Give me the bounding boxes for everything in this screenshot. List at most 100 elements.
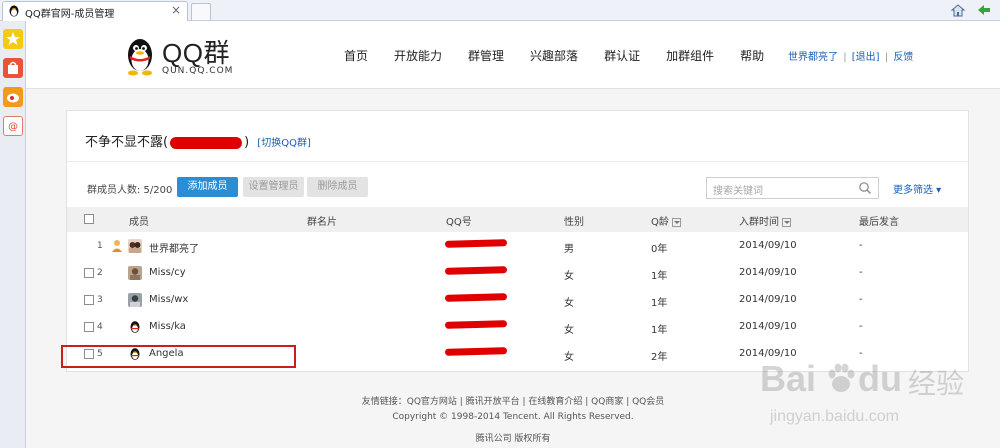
feedback-link[interactable]: 反馈 (893, 52, 913, 63)
tab-close-icon[interactable]: × (171, 3, 181, 17)
member-gender: 女 (564, 271, 574, 282)
back-arrow-icon[interactable] (976, 2, 992, 18)
avatar (128, 293, 142, 307)
search-icon[interactable] (858, 181, 872, 195)
avatar (128, 239, 142, 253)
avatar (128, 266, 142, 280)
more-filter-dropdown[interactable]: 更多筛选 ▾ (893, 181, 941, 196)
baidu-paw-icon (828, 363, 855, 392)
browser-tab-bar: QQ群官网-成员管理 × (0, 0, 1000, 21)
qq-penguin-icon (9, 5, 19, 17)
member-qage: 1年 (651, 271, 668, 282)
member-gender: 女 (564, 325, 574, 336)
weibo-icon[interactable] (3, 87, 23, 107)
set-admin-button[interactable]: 设置管理员 (243, 177, 304, 197)
row-number: 1 (97, 241, 103, 251)
highlight-box (61, 345, 296, 368)
row-number: 2 (97, 268, 103, 278)
member-gender: 女 (564, 298, 574, 309)
search-input[interactable]: 搜索关键词 (713, 182, 763, 197)
member-join-date: 2014/09/10 (739, 240, 797, 251)
row-checkbox[interactable] (84, 268, 94, 278)
logo-text: QQ群 (162, 38, 230, 68)
nav-group-management[interactable]: 群管理 (468, 47, 504, 64)
select-all-checkbox[interactable] (84, 214, 94, 224)
member-qage: 1年 (651, 298, 668, 309)
nav-home[interactable]: 首页 (344, 47, 368, 64)
group-title: 不争不显不露() [切换QQ群] (85, 131, 311, 150)
watermark-brand: Bai (760, 358, 817, 399)
nav-open-capabilities[interactable]: 开放能力 (394, 47, 442, 64)
col-member: 成员 (129, 217, 149, 228)
qq-redacted (444, 320, 508, 329)
nav-help[interactable]: 帮助 (740, 47, 764, 64)
logout-link[interactable]: [退出] (852, 52, 880, 63)
logo-subtext: QUN.QQ.COM (162, 66, 234, 76)
user-name-link[interactable]: 世界都亮了 (788, 52, 838, 63)
col-gender: 性别 (564, 217, 584, 228)
new-tab-button[interactable] (191, 3, 211, 20)
footer-links-list[interactable]: QQ官方网站 | 腾讯开放平台 | 在线教育介绍 | QQ商家 | QQ会员 (407, 397, 665, 407)
nav-join-widget[interactable]: 加群组件 (666, 47, 714, 64)
member-join-date: 2014/09/10 (739, 321, 797, 332)
member-qage: 2年 (651, 352, 668, 363)
row-checkbox[interactable] (84, 295, 94, 305)
member-gender: 男 (564, 244, 574, 255)
member-management-panel: 不争不显不露() [切换QQ群] 群成员人数: 5/200 添加成员 设置管理员… (66, 110, 969, 372)
row-number: 3 (97, 295, 103, 305)
watermark-brand-2: du (858, 358, 902, 399)
col-join-label: 入群时间 (739, 217, 779, 228)
col-join-time[interactable]: 入群时间 (739, 213, 791, 228)
member-name[interactable]: Miss/ka (149, 321, 186, 332)
search-box[interactable]: 搜索关键词 (706, 177, 879, 199)
col-qq: QQ号 (446, 217, 472, 228)
delete-member-button[interactable]: 删除成员 (307, 177, 368, 197)
qq-penguin-avatar-icon (130, 321, 140, 333)
member-qage: 0年 (651, 244, 668, 255)
owner-crown-icon (112, 240, 122, 252)
table-row[interactable]: 4 Miss/ka 女 1年 2014/09/10 - (67, 314, 968, 341)
member-gender: 女 (564, 352, 574, 363)
add-member-button[interactable]: 添加成员 (177, 177, 238, 197)
member-last-speak: - (859, 240, 863, 251)
row-checkbox[interactable] (84, 322, 94, 332)
group-name-end: ) (244, 135, 250, 150)
nav-interest-tribe[interactable]: 兴趣部落 (530, 47, 578, 64)
separator: | (884, 52, 889, 63)
separator: | (843, 52, 847, 63)
qq-group-logo[interactable]: QQ群 QUN.QQ.COM (122, 33, 262, 81)
footer-links-label: 友情链接： (361, 397, 407, 407)
qq-redacted (444, 266, 508, 275)
switch-group-link[interactable]: [切换QQ群] (257, 138, 311, 149)
nav-group-verify[interactable]: 群认证 (604, 47, 640, 64)
member-name[interactable]: Miss/wx (149, 294, 188, 305)
browser-tab[interactable]: QQ群官网-成员管理 × (2, 1, 188, 21)
group-name: 不争不显不露( (85, 135, 169, 150)
favorites-star-icon[interactable] (3, 29, 23, 49)
member-last-speak: - (859, 321, 863, 332)
email-at-icon[interactable]: @ (3, 116, 23, 136)
site-header: QQ群 QUN.QQ.COM 首页 开放能力 群管理 兴趣部落 群认证 加群组件… (26, 21, 1000, 89)
browser-sidebar: @ (0, 21, 26, 448)
sort-icon[interactable] (671, 217, 681, 227)
col-qage-label: Q龄 (651, 217, 669, 228)
member-name[interactable]: Miss/cy (149, 267, 186, 278)
col-last-speak: 最后发言 (859, 217, 899, 228)
col-qage[interactable]: Q龄 (651, 213, 681, 228)
shopping-bag-icon[interactable] (3, 58, 23, 78)
member-count: 群成员人数: 5/200 (87, 185, 173, 196)
col-card-name: 群名片 (307, 217, 337, 228)
home-icon[interactable] (950, 2, 966, 18)
member-last-speak: - (859, 267, 863, 278)
baidu-jingyan-watermark: Bai du 经验 jingyan.baidu.com (760, 358, 990, 438)
table-row[interactable]: 1 世界都亮了 男 0年 2014/09/10 - (67, 233, 968, 260)
watermark-url: jingyan.baidu.com (770, 408, 899, 425)
qq-redacted (444, 239, 508, 248)
divider (67, 161, 968, 162)
member-name[interactable]: 世界都亮了 (149, 240, 199, 255)
member-qage: 1年 (651, 325, 668, 336)
table-row[interactable]: 2 Miss/cy 女 1年 2014/09/10 - (67, 260, 968, 287)
sort-icon[interactable] (782, 217, 791, 227)
member-join-date: 2014/09/10 (739, 267, 797, 278)
table-row[interactable]: 3 Miss/wx 女 1年 2014/09/10 - (67, 287, 968, 314)
